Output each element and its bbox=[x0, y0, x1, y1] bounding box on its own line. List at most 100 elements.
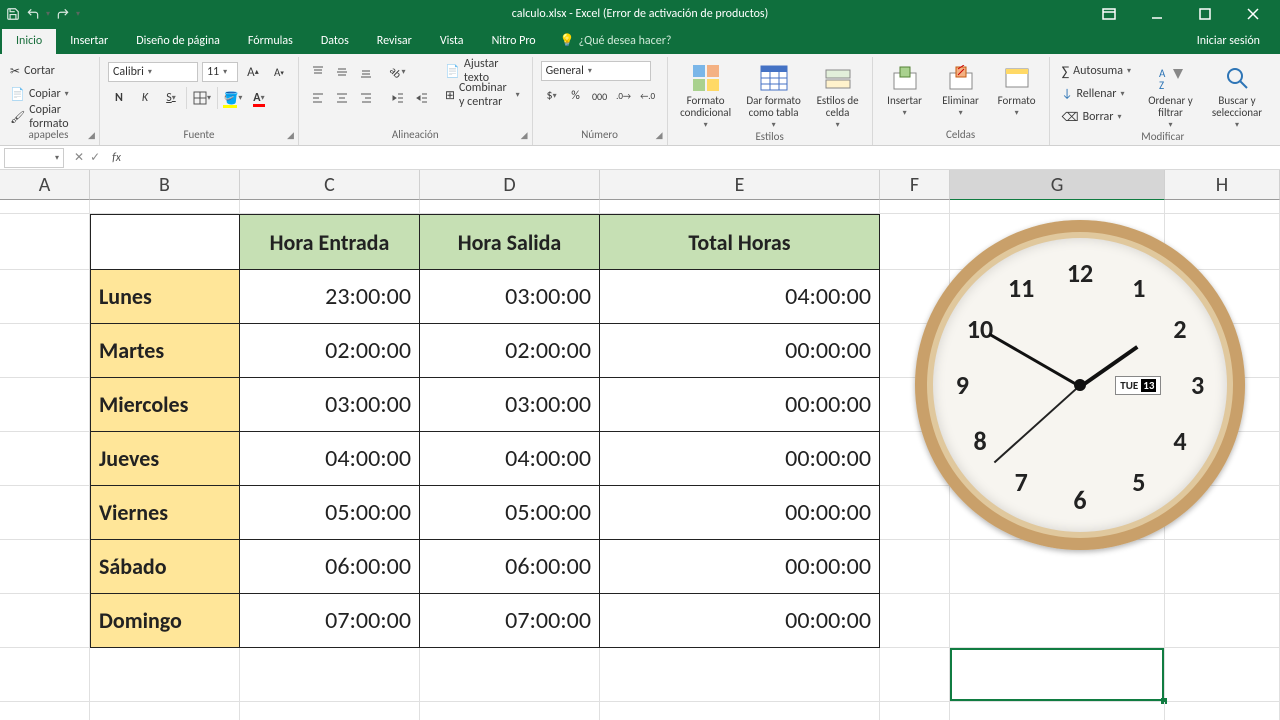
align-left-icon[interactable] bbox=[307, 87, 329, 109]
grow-font-icon[interactable]: A▴ bbox=[242, 61, 264, 83]
cell[interactable]: Martes bbox=[90, 324, 240, 378]
tab-insertar[interactable]: Insertar bbox=[56, 29, 122, 54]
cell[interactable]: 00:00:00 bbox=[600, 324, 880, 378]
cell[interactable] bbox=[0, 324, 90, 378]
selected-cell[interactable] bbox=[950, 648, 1165, 702]
cell[interactable]: 06:00:00 bbox=[240, 540, 420, 594]
cell[interactable] bbox=[0, 270, 90, 324]
font-color-button[interactable]: A▾ bbox=[248, 87, 270, 109]
cell[interactable]: 00:00:00 bbox=[600, 486, 880, 540]
number-format-combo[interactable]: General▾ bbox=[541, 61, 651, 81]
font-size-combo[interactable]: 11▾ bbox=[202, 62, 238, 82]
format-painter-button[interactable]: 🖌Copiar formato bbox=[6, 107, 91, 127]
borders-button[interactable]: ▾ bbox=[191, 87, 213, 109]
align-bottom-icon[interactable] bbox=[355, 61, 377, 83]
minimize-button[interactable] bbox=[1134, 0, 1180, 28]
cell[interactable]: 06:00:00 bbox=[420, 540, 600, 594]
undo-icon[interactable] bbox=[26, 7, 40, 21]
undo-dropdown-icon[interactable]: ▾ bbox=[46, 9, 50, 19]
cell[interactable]: 00:00:00 bbox=[600, 594, 880, 648]
fill-button[interactable]: ↓Rellenar▾ bbox=[1058, 84, 1135, 104]
tab-diseno[interactable]: Diseño de página bbox=[122, 29, 234, 54]
cell[interactable]: 00:00:00 bbox=[600, 378, 880, 432]
cell[interactable]: 00:00:00 bbox=[600, 432, 880, 486]
cell[interactable]: Lunes bbox=[90, 270, 240, 324]
font-dialog-launcher-icon[interactable]: ◢ bbox=[287, 130, 294, 141]
cell[interactable] bbox=[880, 594, 950, 648]
autosum-button[interactable]: ∑Autosuma▾ bbox=[1058, 61, 1135, 81]
column-header-H[interactable]: H bbox=[1165, 170, 1280, 200]
cell[interactable] bbox=[0, 486, 90, 540]
formula-input[interactable] bbox=[127, 148, 1280, 168]
cell[interactable]: 04:00:00 bbox=[600, 270, 880, 324]
percent-format-icon[interactable]: % bbox=[565, 85, 587, 107]
font-name-combo[interactable]: Calibri▾ bbox=[108, 62, 198, 82]
cell[interactable] bbox=[1165, 594, 1280, 648]
cell[interactable] bbox=[0, 432, 90, 486]
decrease-decimal-icon[interactable]: ←.0 bbox=[637, 85, 659, 107]
cell[interactable] bbox=[0, 378, 90, 432]
cell[interactable]: Domingo bbox=[90, 594, 240, 648]
cell[interactable]: 05:00:00 bbox=[240, 486, 420, 540]
conditional-format-button[interactable]: Formato condicional▾ bbox=[676, 61, 736, 130]
cell[interactable] bbox=[0, 540, 90, 594]
insert-cells-button[interactable]: Insertar▾ bbox=[881, 61, 929, 118]
cell[interactable]: 04:00:00 bbox=[240, 432, 420, 486]
column-header-D[interactable]: D bbox=[420, 170, 600, 200]
accounting-format-icon[interactable]: $▾ bbox=[541, 85, 563, 107]
format-cells-button[interactable]: Formato▾ bbox=[993, 61, 1041, 118]
column-header-G[interactable]: G bbox=[950, 170, 1165, 200]
cell[interactable]: 05:00:00 bbox=[420, 486, 600, 540]
cell[interactable]: 07:00:00 bbox=[240, 594, 420, 648]
decrease-indent-icon[interactable] bbox=[387, 87, 409, 109]
delete-cells-button[interactable]: Eliminar▾ bbox=[937, 61, 985, 118]
shrink-font-icon[interactable]: A▾ bbox=[268, 61, 290, 83]
bold-button[interactable]: N bbox=[108, 87, 130, 109]
sign-in-link[interactable]: Iniciar sesión bbox=[1177, 29, 1280, 54]
tab-revisar[interactable]: Revisar bbox=[363, 29, 426, 54]
fill-color-button[interactable]: 🪣▾ bbox=[222, 87, 244, 109]
maximize-button[interactable] bbox=[1182, 0, 1228, 28]
qat-customize-icon[interactable]: ▾ bbox=[76, 9, 80, 19]
cell[interactable]: 02:00:00 bbox=[420, 324, 600, 378]
number-dialog-launcher-icon[interactable]: ◢ bbox=[656, 130, 663, 141]
redo-icon[interactable] bbox=[56, 7, 70, 21]
find-select-button[interactable]: Buscar y seleccionar▾ bbox=[1206, 61, 1268, 130]
cell[interactable]: Jueves bbox=[90, 432, 240, 486]
cell-styles-button[interactable]: Estilos de celda▾ bbox=[812, 61, 864, 130]
cell[interactable]: Miercoles bbox=[90, 378, 240, 432]
column-header-C[interactable]: C bbox=[240, 170, 420, 200]
align-center-icon[interactable] bbox=[331, 87, 353, 109]
cell[interactable]: 03:00:00 bbox=[420, 378, 600, 432]
column-header-F[interactable]: F bbox=[880, 170, 950, 200]
tab-datos[interactable]: Datos bbox=[307, 29, 363, 54]
tab-formulas[interactable]: Fórmulas bbox=[234, 29, 307, 54]
align-right-icon[interactable] bbox=[355, 87, 377, 109]
cell[interactable]: 23:00:00 bbox=[240, 270, 420, 324]
cell[interactable] bbox=[950, 594, 1165, 648]
sort-filter-button[interactable]: AZOrdenar y filtrar▾ bbox=[1143, 61, 1198, 130]
align-dialog-launcher-icon[interactable]: ◢ bbox=[521, 130, 528, 141]
name-box[interactable]: ▾ bbox=[4, 148, 64, 168]
worksheet-grid[interactable]: ABCDEFGH Hora EntradaHora SalidaTotal Ho… bbox=[0, 170, 1280, 720]
cell[interactable]: 03:00:00 bbox=[420, 270, 600, 324]
column-header-E[interactable]: E bbox=[600, 170, 880, 200]
tell-me-search[interactable]: 💡 ¿Qué desea hacer? bbox=[550, 28, 682, 54]
cell[interactable]: 07:00:00 bbox=[420, 594, 600, 648]
clear-button[interactable]: ⌫Borrar▾ bbox=[1058, 107, 1135, 127]
copy-button[interactable]: 📄Copiar▾ bbox=[6, 84, 91, 104]
cell[interactable]: 02:00:00 bbox=[240, 324, 420, 378]
align-middle-icon[interactable] bbox=[331, 61, 353, 83]
column-header-A[interactable]: A bbox=[0, 170, 90, 200]
tab-inicio[interactable]: Inicio bbox=[2, 29, 56, 54]
fx-icon[interactable]: fx bbox=[106, 151, 127, 165]
ribbon-display-options-icon[interactable] bbox=[1086, 0, 1132, 28]
close-button[interactable] bbox=[1230, 0, 1276, 28]
clipboard-dialog-launcher-icon[interactable]: ◢ bbox=[88, 130, 95, 141]
cell[interactable]: 04:00:00 bbox=[420, 432, 600, 486]
cell[interactable]: Sábado bbox=[90, 540, 240, 594]
tab-nitro[interactable]: Nitro Pro bbox=[478, 29, 550, 54]
save-icon[interactable] bbox=[6, 7, 20, 21]
comma-format-icon[interactable]: 000 bbox=[589, 85, 611, 107]
underline-button[interactable]: S▾ bbox=[160, 87, 182, 109]
